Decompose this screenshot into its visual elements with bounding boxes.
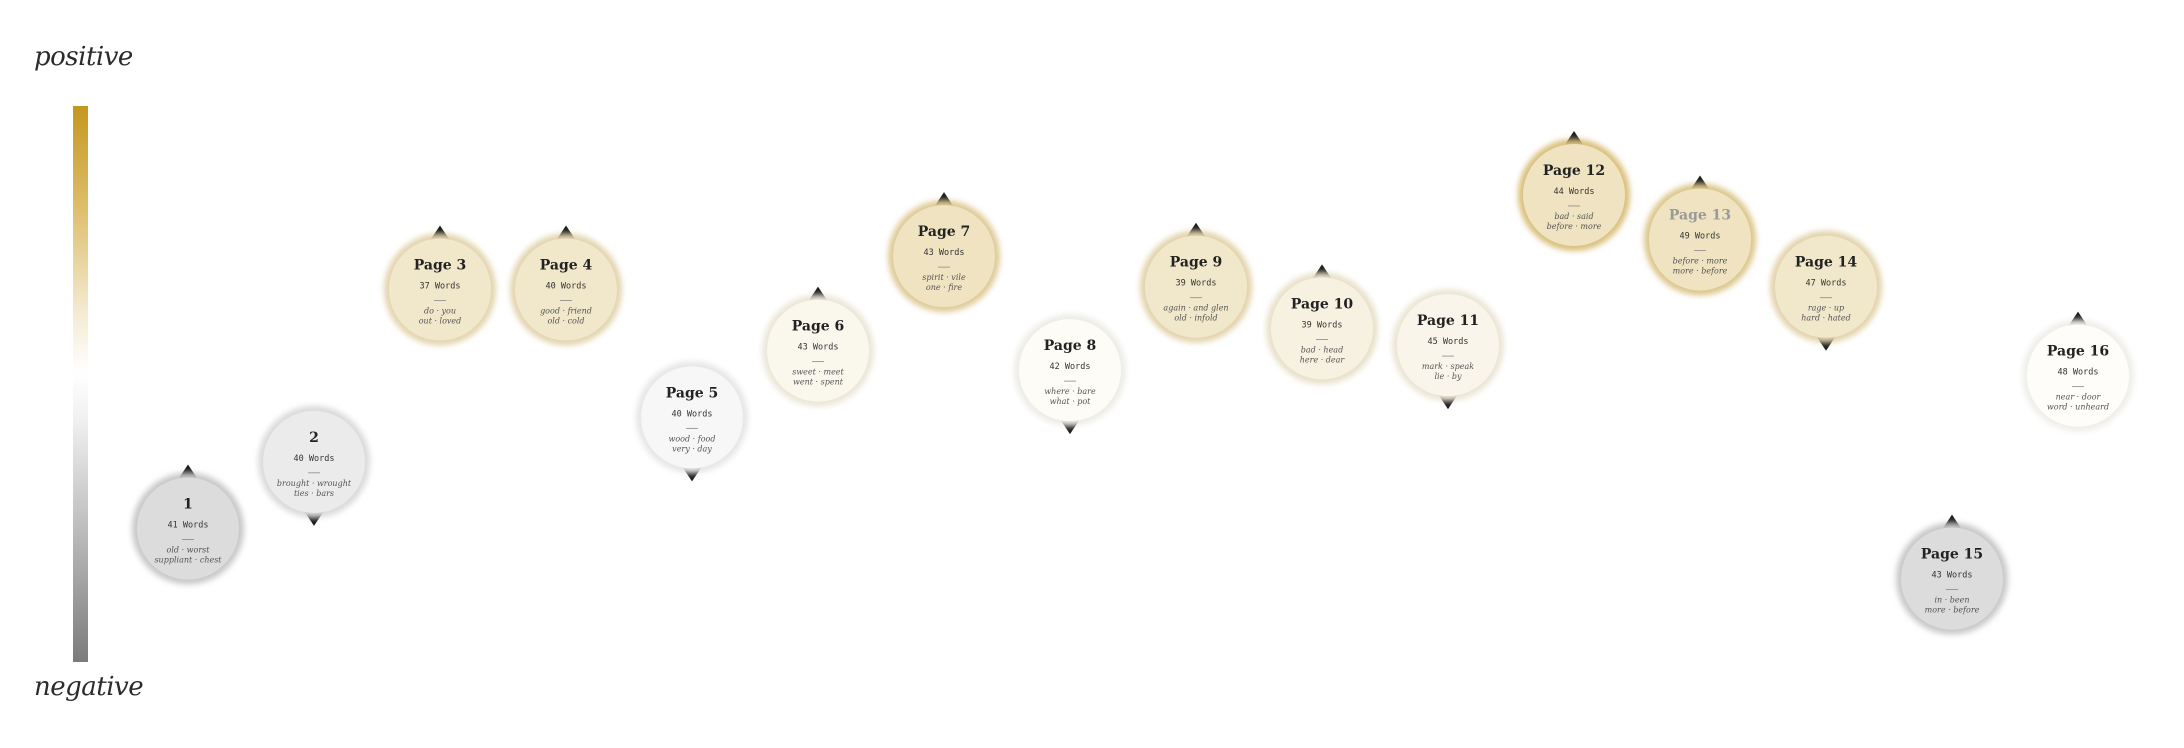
page-bubble: Page 14 47 Words rage · uphard · hated [1770,230,1882,351]
keyword-line: suppliant · chest [154,556,222,565]
keyword-line: more · before [1673,266,1728,275]
keyword-line: word · unheard [2047,403,2109,412]
page-bubble: Page 16 48 Words near · doorword · unheard [2022,311,2134,432]
keyword-line: ties · bars [294,489,334,498]
keyword-line: near · door [2056,393,2102,402]
word-count: 49 Words [1680,231,1721,241]
keyword-line: bad · head [1301,345,1343,354]
page-title: Page 9 [1170,255,1223,271]
keyword-line: spirit · vile [922,273,966,282]
keyword-line: went · spent [793,378,844,387]
word-count: 47 Words [1806,279,1847,289]
word-count: 37 Words [420,281,461,291]
page-title: 1 [183,497,193,513]
page-title: Page 6 [792,319,845,335]
keyword-line: wood · food [669,434,716,443]
keyword-line: very · day [672,444,712,453]
keyword-line: hard · hated [1801,314,1851,323]
page-bubble: Page 8 42 Words where · barewhat · pot [1014,314,1126,435]
page-bubble: Page 11 45 Words mark · speaklie · by [1392,289,1504,410]
keyword-line: good · friend [540,306,592,315]
keyword-line: what · pot [1050,397,1092,406]
keyword-line: rage · up [1808,304,1844,313]
word-count: 41 Words [168,521,209,531]
word-count: 39 Words [1302,320,1343,330]
page-bubble: Page 9 39 Words again · and glenold · info… [1140,222,1252,343]
page-bubble: Page 10 39 Words bad · headhere · dear [1266,264,1378,385]
page-title: Page 7 [918,224,971,240]
page-bubble: Page 5 40 Words wood · foodvery · day [636,361,748,482]
keyword-line: here · dear [1300,355,1346,364]
word-count: 40 Words [294,454,335,464]
keyword-line: do · you [424,306,456,315]
page-bubble: Page 7 43 Words spirit · vileone · fire [888,192,1000,313]
word-count: 43 Words [924,248,965,258]
page-title: Page 15 [1921,547,1983,563]
page-bubble: Page 3 37 Words do · youout · loved [384,225,496,346]
keyword-line: old · infold [1174,314,1217,323]
keyword-line: old · worst [167,546,211,555]
page-title: 2 [309,430,319,446]
word-count: 42 Words [1050,362,1091,372]
page-bubbles-chart: 1 41 Words old · worstsuppliant · chest 2 40… [132,130,2134,635]
keyword-line: old · cold [547,316,584,325]
keyword-line: lie · by [1434,372,1462,381]
keyword-line: sweet · meet [792,368,844,377]
page-bubble: Page 13 49 Words before · moremore · befor… [1644,175,1756,296]
page-title: Page 10 [1291,296,1354,312]
page-bubble: Page 12 44 Words bad · saidbefore · more [1518,130,1630,251]
keyword-line: mark · speak [1422,362,1474,371]
keyword-line: in · been [1934,596,1969,605]
word-count: 43 Words [1932,571,1973,581]
page-title: Page 12 [1543,163,1605,179]
keyword-line: out · loved [419,316,462,325]
word-count: 39 Words [1176,279,1217,289]
page-bubble: Page 4 40 Words good · friendold · cold [510,225,622,346]
page-title: Page 3 [414,257,467,273]
page-bubble: Page 6 43 Words sweet · meetwent · spent [762,286,874,407]
keyword-line: brought · wrought [277,479,352,488]
page-bubble: 1 41 Words old · worstsuppliant · chest [132,464,244,585]
keyword-line: more · before [1925,606,1980,615]
word-count: 40 Words [546,281,587,291]
word-count: 44 Words [1554,187,1595,197]
word-count: 45 Words [1428,337,1469,347]
page-bubble: Page 15 43 Words in · beenmore · before [1896,514,2008,635]
word-count: 40 Words [672,409,713,419]
page-title: Page 11 [1417,313,1479,329]
keyword-line: again · and glen [1163,304,1228,313]
keyword-line: one · fire [926,283,962,292]
keyword-line: before · more [1547,222,1602,231]
page-title: Page 4 [540,257,593,273]
keyword-line: before · more [1673,256,1728,265]
word-count: 48 Words [2058,368,2099,378]
keyword-line: bad · said [1554,212,1593,221]
page-title: Page 16 [2047,344,2109,360]
page-title: Page 5 [666,385,719,401]
keyword-line: where · bare [1044,387,1096,396]
page-title: Page 13 [1669,207,1731,223]
page-title: Page 8 [1044,338,1097,354]
page-bubble: 2 40 Words brought · wroughtties · bars [258,405,370,526]
page-title: Page 14 [1795,255,1858,271]
word-count: 43 Words [798,343,839,353]
